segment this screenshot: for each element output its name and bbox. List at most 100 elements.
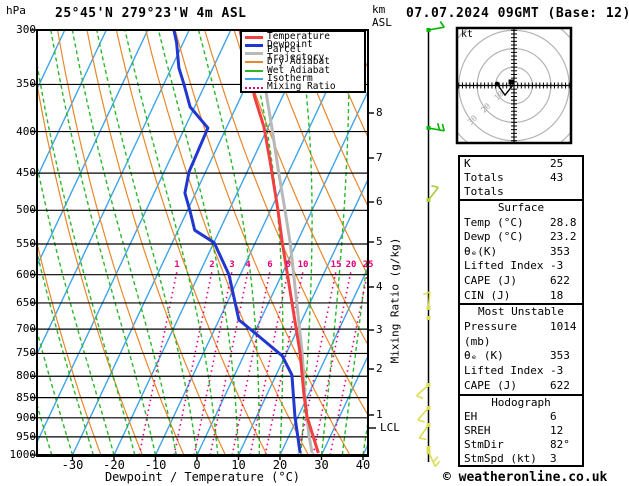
panel-row-label: Lifted Index [464, 259, 544, 273]
panel-row-value: 353 [550, 244, 570, 258]
panel-most-unstable: Most Unstable Pressure (mb) 1014 θₑ (K) 353 L… [458, 303, 584, 407]
panel-row-value: 353 [550, 349, 570, 363]
panel-row-label: CAPE (J) [464, 273, 517, 287]
copyright-footer: © weatheronline.co.uk [443, 470, 608, 485]
pressure-tick-label: 1000 [9, 448, 37, 461]
panel-row-value: 18 [550, 288, 564, 302]
wind-barb [426, 316, 431, 320]
mixing-ratio-label: 25 [362, 260, 374, 270]
altitude-tick-label: 6 [376, 195, 383, 208]
altitude-tick-label: 1 [376, 408, 383, 421]
isotherm-line [196, 89, 368, 455]
altitude-tick-label: 8 [376, 106, 383, 119]
dry-adiabat-line [115, 30, 268, 455]
panel-row: CAPE (J) 622 [460, 274, 582, 289]
panel-row-label: SREH [464, 423, 491, 437]
wet-adiabat-line [37, 60, 136, 455]
wet-adiabat-line [96, 30, 198, 455]
legend-swatch-mixing-ratio [245, 86, 263, 89]
panel-row-value: 6 [550, 409, 557, 423]
x-axis-title: Dewpoint / Temperature (°C) [104, 470, 301, 484]
pressure-tick-label: 550 [16, 236, 36, 250]
panel-row-value: -3 [550, 259, 564, 273]
panel-row: Temp (°C) 28.8 [460, 216, 582, 231]
panel-row-label: CAPE (J) [464, 378, 517, 392]
legend-swatch-dry-adiabat [245, 61, 263, 64]
pressure-tick-label: 800 [16, 369, 36, 383]
pressure-tick-label: 850 [16, 390, 36, 404]
legend: Temperature Dewpoint Parcel Trajectory Dry … [240, 30, 366, 93]
mixing-ratio-label: 3 [229, 260, 235, 270]
altitude-tick-label: 4 [376, 280, 383, 293]
plot-border [36, 29, 369, 456]
mixing-ratio-label: 15 [330, 260, 342, 270]
panel-title: Surface [497, 201, 545, 214]
wet-adiabat-line [245, 30, 284, 455]
panel-row-value: 622 [550, 273, 570, 287]
altitude-tick-label: 5 [376, 235, 383, 248]
panel-row-label: StmDir [464, 437, 504, 451]
panel-row: StmSpd (kt) 3 [460, 452, 582, 466]
hodograph-dot-marker [494, 81, 500, 87]
panel-row-label: K [464, 157, 471, 170]
dry-adiabat-line [86, 30, 226, 455]
panel-row-value: 43 [550, 171, 564, 185]
wind-barb [423, 291, 431, 310]
pressure-tick-label: 750 [16, 346, 36, 360]
temperature-trace [238, 30, 320, 454]
isotherm-line [37, 30, 232, 444]
lcl-label: LCL [380, 421, 400, 434]
altitude-tick-label: 7 [376, 151, 383, 164]
panel-row-label: StmSpd (kt) [464, 451, 537, 465]
panel-row-value: 12 [550, 423, 564, 437]
station-title: 25°45'N 279°23'W 4m ASL [55, 6, 247, 21]
pressure-tick-label: 400 [16, 124, 36, 138]
mixing-ratio-label: 4 [245, 260, 251, 270]
wet-adiabat-line [124, 30, 219, 455]
panel-row-value: 23.2 [550, 230, 577, 244]
panel-row-label: Temp (°C) [464, 215, 524, 229]
dry-adiabat-line [587, 30, 629, 455]
panel-row-value: -3 [550, 364, 564, 378]
altitude-axis-unit-asl: ASL [372, 16, 392, 29]
panel-row-label: CIN (J) [464, 288, 511, 302]
pressure-tick-label: 500 [16, 203, 36, 217]
pressure-tick-label: 950 [16, 429, 36, 443]
wet-adiabat-line [71, 30, 177, 455]
altitude-tick-label: 3 [376, 323, 383, 336]
panel-row-label: θₑ (K) [464, 349, 504, 363]
pressure-tick-label: 350 [16, 77, 36, 91]
panel-row-value: 28.8 [550, 215, 577, 229]
isotherm-line [71, 30, 273, 455]
legend-swatch-temperature [245, 35, 263, 39]
wind-barb [426, 21, 445, 32]
mixing-ratio-axis-label: Mixing Ratio (g/kg) [388, 237, 402, 364]
mixing-ratio-label: 20 [345, 260, 357, 270]
pressure-tick-label: 300 [16, 23, 36, 36]
panel-row: StmDir 82° [460, 438, 582, 452]
panel-row: Totals Totals 43 [460, 171, 582, 199]
panel-row: Lifted Index -3 [460, 364, 582, 379]
legend-item: Mixing Ratio [245, 81, 364, 93]
panel-title: Hodograph [491, 396, 551, 409]
mixing-ratio-label: 10 [297, 260, 309, 270]
pressure-axis-unit: hPa [6, 4, 26, 17]
legend-swatch-wet-adiabat [245, 69, 263, 72]
legend-swatch-isotherm [245, 78, 263, 81]
hodograph-square-marker [508, 79, 514, 85]
panel-row-label: EH [464, 409, 478, 423]
pressure-tick-label: 650 [16, 295, 36, 309]
hodograph-unit-label: kt [461, 29, 474, 40]
sounding-page: 10 20 30 hPa 25°45'N 279°23'W 4m ASL km AS… [0, 0, 629, 486]
isotherm-line [237, 177, 368, 455]
pressure-tick-label: 900 [16, 410, 36, 424]
panel-row: EH 6 [460, 410, 582, 424]
panel-surface: Surface Temp (°C) 28.8 Dewp (°C) 23.2 θₑ(K) 35… [458, 199, 584, 305]
mixing-ratio-line [312, 270, 352, 455]
panel-row: θₑ(K) 353 [460, 245, 582, 260]
panel-row: CAPE (J) 622 [460, 379, 582, 394]
datetime-title: 07.07.2024 09GMT (Base: 12) [406, 6, 629, 21]
legend-label: Mixing Ratio [267, 81, 336, 93]
altitude-axis-unit-km: km [372, 3, 386, 16]
dry-adiabat-line [204, 30, 368, 417]
